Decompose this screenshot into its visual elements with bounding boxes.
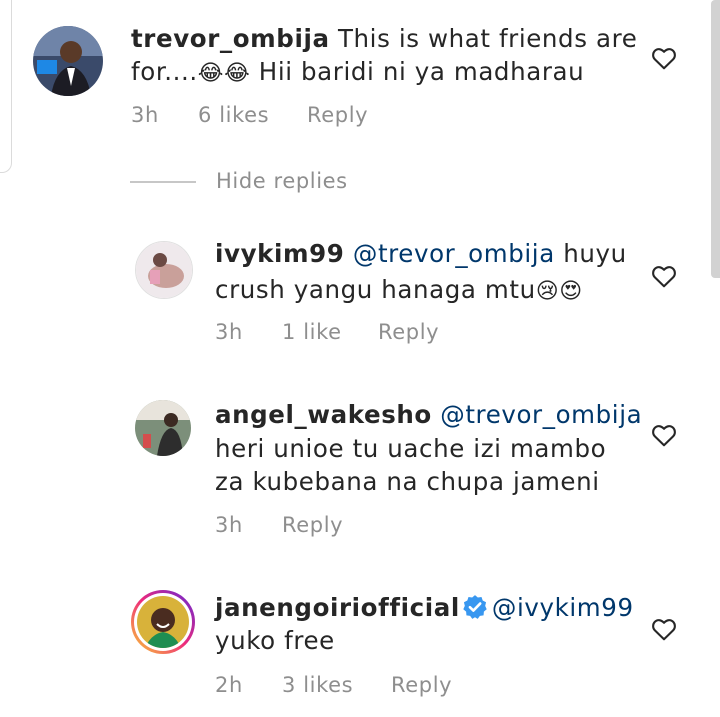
username[interactable]: angel_wakesho bbox=[215, 400, 432, 429]
comment-meta: 2h 3 likes Reply bbox=[215, 673, 475, 699]
likes-count[interactable]: 3 likes bbox=[282, 673, 353, 697]
mention-link[interactable]: @trevor_ombija bbox=[353, 239, 555, 268]
hide-replies-button[interactable]: Hide replies bbox=[216, 169, 348, 193]
username[interactable]: trevor_ombija bbox=[131, 24, 330, 53]
reply-button[interactable]: Reply bbox=[391, 673, 452, 697]
comment-meta: 3h 6 likes Reply bbox=[131, 103, 391, 129]
avatar[interactable] bbox=[33, 26, 103, 96]
timestamp: 3h bbox=[131, 103, 159, 127]
reply-button[interactable]: Reply bbox=[282, 513, 343, 537]
comment-text: angel_wakesho @trevor_ombija bbox=[215, 398, 642, 432]
crying-heart-eyes-emoji: 😢😍 bbox=[535, 279, 583, 304]
timestamp: 3h bbox=[215, 320, 243, 344]
heart-outline-icon[interactable] bbox=[651, 617, 677, 641]
comment-text: ivykim99 @trevor_ombija huyu bbox=[215, 237, 627, 271]
comment-text-line2: crush yangu hanaga mtu😢😍 bbox=[215, 273, 583, 309]
likes-count[interactable]: 6 likes bbox=[198, 103, 269, 127]
comment-line: Hii baridi ni ya madharau bbox=[250, 57, 585, 86]
comment-line: This is what friends are bbox=[337, 24, 638, 53]
avatar[interactable] bbox=[135, 400, 191, 456]
reply-button[interactable]: Reply bbox=[307, 103, 368, 127]
heart-outline-icon[interactable] bbox=[651, 264, 677, 288]
scrollbar[interactable] bbox=[711, 0, 720, 278]
timestamp: 2h bbox=[215, 673, 243, 697]
comment-meta: 3h 1 like Reply bbox=[215, 320, 475, 346]
comment-text-line2: for....😂😂 Hii baridi ni ya madharau bbox=[131, 55, 584, 91]
comment-text: trevor_ombija This is what friends are bbox=[131, 22, 637, 56]
verified-badge-icon bbox=[462, 594, 488, 620]
comment-line: huyu bbox=[554, 239, 627, 268]
laughing-emoji: 😂😂 bbox=[197, 61, 251, 86]
comment-line: crush yangu hanaga mtu bbox=[215, 275, 536, 304]
hide-replies-divider bbox=[130, 181, 196, 183]
card-edge bbox=[0, 0, 12, 173]
comment-text: janengoiriofficial @ivykim99 bbox=[215, 591, 634, 625]
comment-line: heri unioe tu uache izi mambo bbox=[215, 434, 607, 463]
comment-meta: 3h Reply bbox=[215, 513, 415, 539]
avatar[interactable] bbox=[135, 241, 193, 299]
heart-outline-icon[interactable] bbox=[651, 423, 677, 447]
reply-button[interactable]: Reply bbox=[378, 320, 439, 344]
username[interactable]: ivykim99 bbox=[215, 239, 344, 268]
comment-line: for.... bbox=[131, 57, 198, 86]
comment-text-line2: heri unioe tu uache izi mambo bbox=[215, 432, 606, 466]
username[interactable]: janengoiriofficial bbox=[215, 593, 460, 622]
avatar[interactable] bbox=[131, 590, 195, 654]
mention-link[interactable]: @ivykim99 bbox=[492, 593, 634, 622]
likes-count[interactable]: 1 like bbox=[282, 320, 342, 344]
comment-line: za kubebana na chupa jameni bbox=[215, 467, 600, 496]
heart-outline-icon[interactable] bbox=[651, 46, 677, 70]
timestamp: 3h bbox=[215, 513, 243, 537]
comment-text-line3: za kubebana na chupa jameni bbox=[215, 465, 600, 499]
comment-text-line2: yuko free bbox=[215, 624, 335, 658]
comment-line: yuko free bbox=[215, 626, 335, 655]
mention-link[interactable]: @trevor_ombija bbox=[440, 400, 642, 429]
